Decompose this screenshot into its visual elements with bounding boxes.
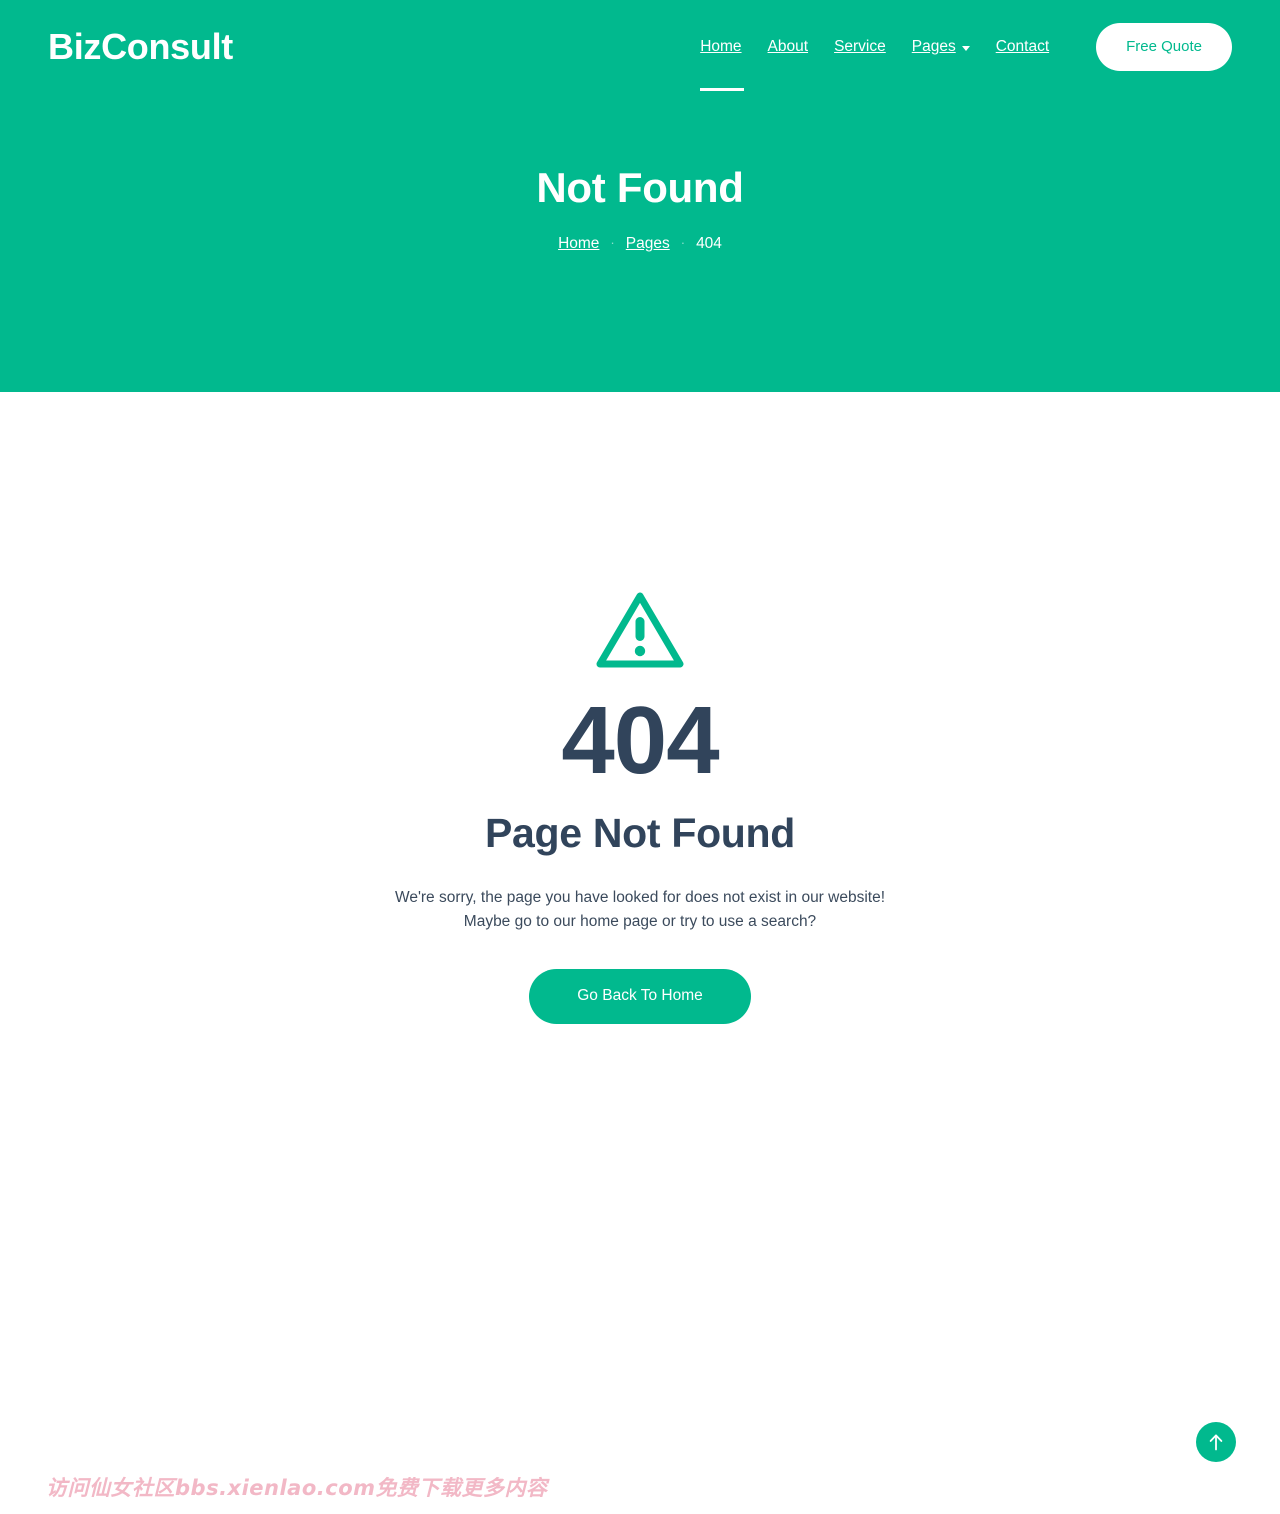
error-content: 404 Page Not Found We're sorry, the page… bbox=[0, 392, 1280, 1024]
page-title: Not Found bbox=[536, 164, 744, 212]
error-heading: Page Not Found bbox=[484, 810, 796, 856]
error-code: 404 bbox=[561, 687, 719, 794]
error-message-line-2: Maybe go to our home page or try to use … bbox=[463, 913, 817, 931]
breadcrumb-item-home[interactable]: Home bbox=[554, 235, 603, 253]
breadcrumb-separator: · bbox=[610, 235, 615, 251]
hero-body: Not Found Home · Pages · 404 bbox=[0, 0, 1280, 392]
error-message: We're sorry, the page you have looked fo… bbox=[395, 886, 885, 934]
warning-triangle-icon bbox=[594, 589, 686, 671]
breadcrumb-item-current: 404 bbox=[696, 234, 722, 252]
go-back-home-button[interactable]: Go Back To Home bbox=[529, 969, 751, 1024]
breadcrumb-separator: · bbox=[680, 235, 686, 251]
error-message-line-1: We're sorry, the page you have looked fo… bbox=[394, 889, 886, 907]
watermark-text: 访问仙女社区bbs.xienlao.com免费下载更多内容 bbox=[46, 1476, 548, 1500]
breadcrumb-item-pages[interactable]: Pages bbox=[622, 235, 674, 253]
breadcrumb: Home · Pages · 404 bbox=[554, 235, 726, 253]
scroll-to-top-button[interactable] bbox=[1196, 1422, 1236, 1462]
arrow-up-icon bbox=[1208, 1433, 1224, 1451]
hero-section: BizConsult Home About Service Pages Cont… bbox=[0, 0, 1280, 392]
